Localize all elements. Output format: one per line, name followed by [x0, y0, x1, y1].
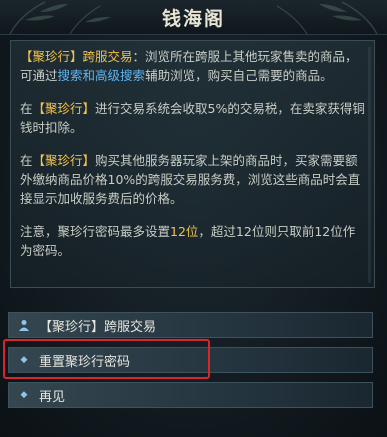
text: 在 [20, 153, 33, 168]
bracket-term: 【聚珍行】 [32, 101, 96, 116]
text: 在 [20, 101, 33, 116]
window-title: 钱海阁 [161, 8, 225, 30]
dialog-options: 【聚珍行】跨服交易 ◆ 重置聚珍行密码 ◆ 再见 [8, 312, 373, 417]
title-bar: 钱海阁 [0, 0, 387, 35]
bracket-term: 【聚珍行】 [32, 153, 96, 168]
diamond-icon: ◆ [20, 355, 28, 365]
dialog-window: 钱海阁 【聚珍行】跨服交易：浏览所在跨服上其他玩家售卖的商品，可通过搜索和高级搜… [0, 0, 387, 437]
term-suffix: 跨服交易 [82, 49, 133, 64]
password-length: 12位 [170, 224, 199, 239]
option-label: 重置聚珍行密码 [39, 354, 131, 370]
text: 辅助浏览，购买自己需要的商品。 [145, 68, 333, 83]
advanced-search-link[interactable]: 高级搜索 [95, 68, 145, 83]
text: 注意，聚珍行密码最多设置 [20, 224, 171, 239]
option-goodbye[interactable]: ◆ 再见 [8, 382, 373, 408]
paragraph-password-note: 注意，聚珍行密码最多设置12位，超过12位则只取前12位作为密码。 [20, 222, 366, 260]
diamond-icon: ◆ [20, 390, 28, 400]
option-label: 再见 [39, 389, 66, 405]
and-text: 和 [82, 68, 96, 83]
option-reset-password[interactable]: ◆ 重置聚珍行密码 [8, 347, 373, 373]
paragraph-service-fee: 在【聚珍行】购买其他服务器玩家上架的商品时，买家需要额外缴纳商品价格10%的跨服… [20, 151, 366, 208]
search-link[interactable]: 搜索 [58, 68, 83, 83]
paragraph-overview: 【聚珍行】跨服交易：浏览所在跨服上其他玩家售卖的商品，可通过搜索和高级搜索辅助浏… [20, 47, 366, 85]
bracket-term: 【聚珍行】 [20, 49, 83, 64]
person-icon [17, 318, 31, 332]
paragraph-tax: 在【聚珍行】进行交易系统会收取5%的交易税，在卖家获得铜钱时扣除。 [20, 99, 366, 137]
description-panel: 【聚珍行】跨服交易：浏览所在跨服上其他玩家售卖的商品，可通过搜索和高级搜索辅助浏… [10, 40, 375, 288]
scrollbar[interactable] [368, 47, 371, 283]
option-label: 【聚珍行】跨服交易 [39, 319, 157, 335]
option-cross-server-trade[interactable]: 【聚珍行】跨服交易 [8, 312, 373, 338]
